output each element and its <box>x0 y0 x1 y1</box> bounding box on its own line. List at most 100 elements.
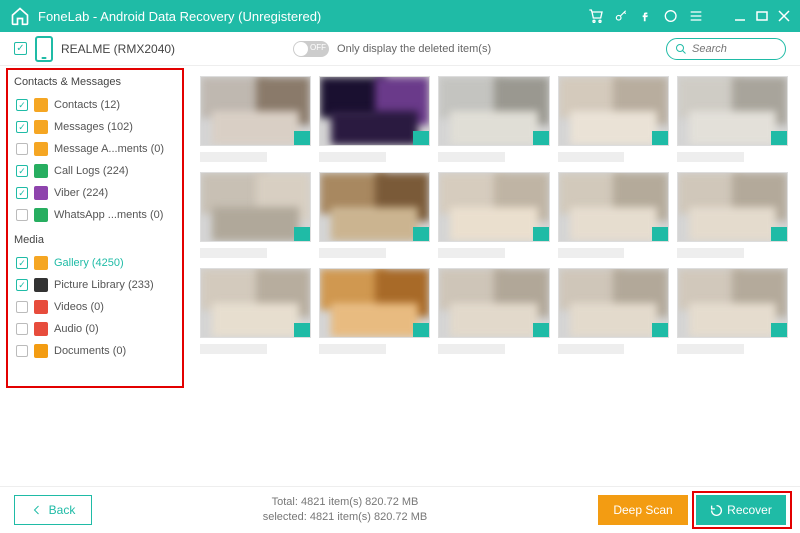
item-checkbox[interactable]: ✓ <box>16 99 28 111</box>
thumbnail-image <box>677 76 788 146</box>
item-checkbox[interactable]: ✓ <box>16 187 28 199</box>
sidebar-item[interactable]: Audio (0) <box>12 318 182 340</box>
thumbnail[interactable] <box>319 268 430 354</box>
item-checkbox[interactable]: ✓ <box>16 121 28 133</box>
videos-icon <box>34 300 48 314</box>
thumbnail-image <box>319 76 430 146</box>
home-icon[interactable] <box>10 6 30 26</box>
sidebar-item[interactable]: ✓ Gallery (4250) <box>12 252 182 274</box>
thumbnail[interactable] <box>677 76 788 162</box>
close-icon[interactable] <box>778 10 790 22</box>
maximize-icon[interactable] <box>756 10 768 22</box>
contacts-icon <box>34 98 48 112</box>
thumbnail-caption <box>319 248 386 258</box>
cart-icon[interactable] <box>588 8 604 24</box>
feedback-icon[interactable] <box>662 8 678 24</box>
item-label: Contacts (12) <box>54 99 120 111</box>
selected-badge-icon <box>652 227 668 241</box>
key-icon[interactable] <box>614 9 628 23</box>
thumbnail-image <box>319 172 430 242</box>
thumbnail-caption <box>438 152 505 162</box>
item-label: Call Logs (224) <box>54 165 129 177</box>
thumbnail[interactable] <box>558 76 669 162</box>
facebook-icon[interactable] <box>638 9 652 23</box>
thumbnail[interactable] <box>200 76 311 162</box>
deleted-toggle[interactable]: OFF <box>293 41 329 57</box>
sidebar-item[interactable]: ✓ Call Logs (224) <box>12 160 182 182</box>
search-icon <box>675 43 687 55</box>
gallery <box>188 66 800 486</box>
item-checkbox[interactable]: ✓ <box>16 257 28 269</box>
subbar: ✓ REALME (RMX2040) OFF Only display the … <box>0 32 800 66</box>
group-contacts: Contacts & Messages <box>14 76 182 88</box>
thumbnail[interactable] <box>677 172 788 258</box>
item-label: Documents (0) <box>54 345 126 357</box>
device-checkbox[interactable]: ✓ <box>14 42 27 55</box>
selected-badge-icon <box>413 323 429 337</box>
selected-text: selected: 4821 item(s) 820.72 MB <box>92 510 598 525</box>
thumbnail[interactable] <box>319 172 430 258</box>
thumbnail-image <box>438 268 549 338</box>
thumbnail[interactable] <box>438 268 549 354</box>
item-label: Viber (224) <box>54 187 108 199</box>
sidebar-item[interactable]: ✓ Picture Library (233) <box>12 274 182 296</box>
sidebar-item[interactable]: ✓ Contacts (12) <box>12 94 182 116</box>
thumbnail-image <box>319 268 430 338</box>
selected-badge-icon <box>533 227 549 241</box>
thumbnail[interactable] <box>558 268 669 354</box>
sidebar-item[interactable]: ✓ Messages (102) <box>12 116 182 138</box>
sidebar-item[interactable]: ✓ Viber (224) <box>12 182 182 204</box>
selected-badge-icon <box>294 323 310 337</box>
selected-badge-icon <box>533 131 549 145</box>
sidebar-item[interactable]: WhatsApp ...ments (0) <box>12 204 182 226</box>
minimize-icon[interactable] <box>734 10 746 22</box>
item-checkbox[interactable]: ✓ <box>16 165 28 177</box>
search-input[interactable] <box>692 43 772 55</box>
selected-badge-icon <box>652 323 668 337</box>
thumbnail-caption <box>200 152 267 162</box>
selected-badge-icon <box>413 227 429 241</box>
thumbnail[interactable] <box>319 76 430 162</box>
recover-button[interactable]: Recover <box>696 495 786 525</box>
thumbnail-caption <box>558 152 625 162</box>
viber-icon <box>34 186 48 200</box>
search-box[interactable] <box>666 38 786 60</box>
thumbnail-caption <box>438 248 505 258</box>
item-checkbox[interactable] <box>16 345 28 357</box>
item-label: WhatsApp ...ments (0) <box>54 209 163 221</box>
documents-icon <box>34 344 48 358</box>
thumbnail-image <box>438 172 549 242</box>
item-label: Picture Library (233) <box>54 279 154 291</box>
thumbnail-caption <box>200 344 267 354</box>
item-checkbox[interactable]: ✓ <box>16 279 28 291</box>
thumbnail-caption <box>319 152 386 162</box>
thumbnail[interactable] <box>200 268 311 354</box>
thumbnail-caption <box>319 344 386 354</box>
thumbnail-caption <box>558 344 625 354</box>
item-label: Messages (102) <box>54 121 133 133</box>
thumbnail[interactable] <box>558 172 669 258</box>
whatsapp-icon <box>34 208 48 222</box>
sidebar-item[interactable]: Message A...ments (0) <box>12 138 182 160</box>
back-button[interactable]: Back <box>14 495 92 525</box>
thumbnail[interactable] <box>438 76 549 162</box>
menu-icon[interactable] <box>688 8 704 24</box>
thumbnail[interactable] <box>438 172 549 258</box>
thumbnail[interactable] <box>200 172 311 258</box>
phone-icon <box>35 36 53 62</box>
item-checkbox[interactable] <box>16 209 28 221</box>
recover-icon <box>710 504 723 517</box>
item-label: Gallery (4250) <box>54 257 124 269</box>
item-checkbox[interactable] <box>16 301 28 313</box>
group-media: Media <box>14 234 182 246</box>
sidebar-item[interactable]: Documents (0) <box>12 340 182 362</box>
deep-scan-button[interactable]: Deep Scan <box>598 495 688 525</box>
thumbnail[interactable] <box>677 268 788 354</box>
thumbnail-caption <box>438 344 505 354</box>
picture-icon <box>34 278 48 292</box>
item-checkbox[interactable] <box>16 143 28 155</box>
item-checkbox[interactable] <box>16 323 28 335</box>
sidebar-item[interactable]: Videos (0) <box>12 296 182 318</box>
thumbnail-grid <box>200 76 788 354</box>
thumbnail-image <box>558 76 669 146</box>
